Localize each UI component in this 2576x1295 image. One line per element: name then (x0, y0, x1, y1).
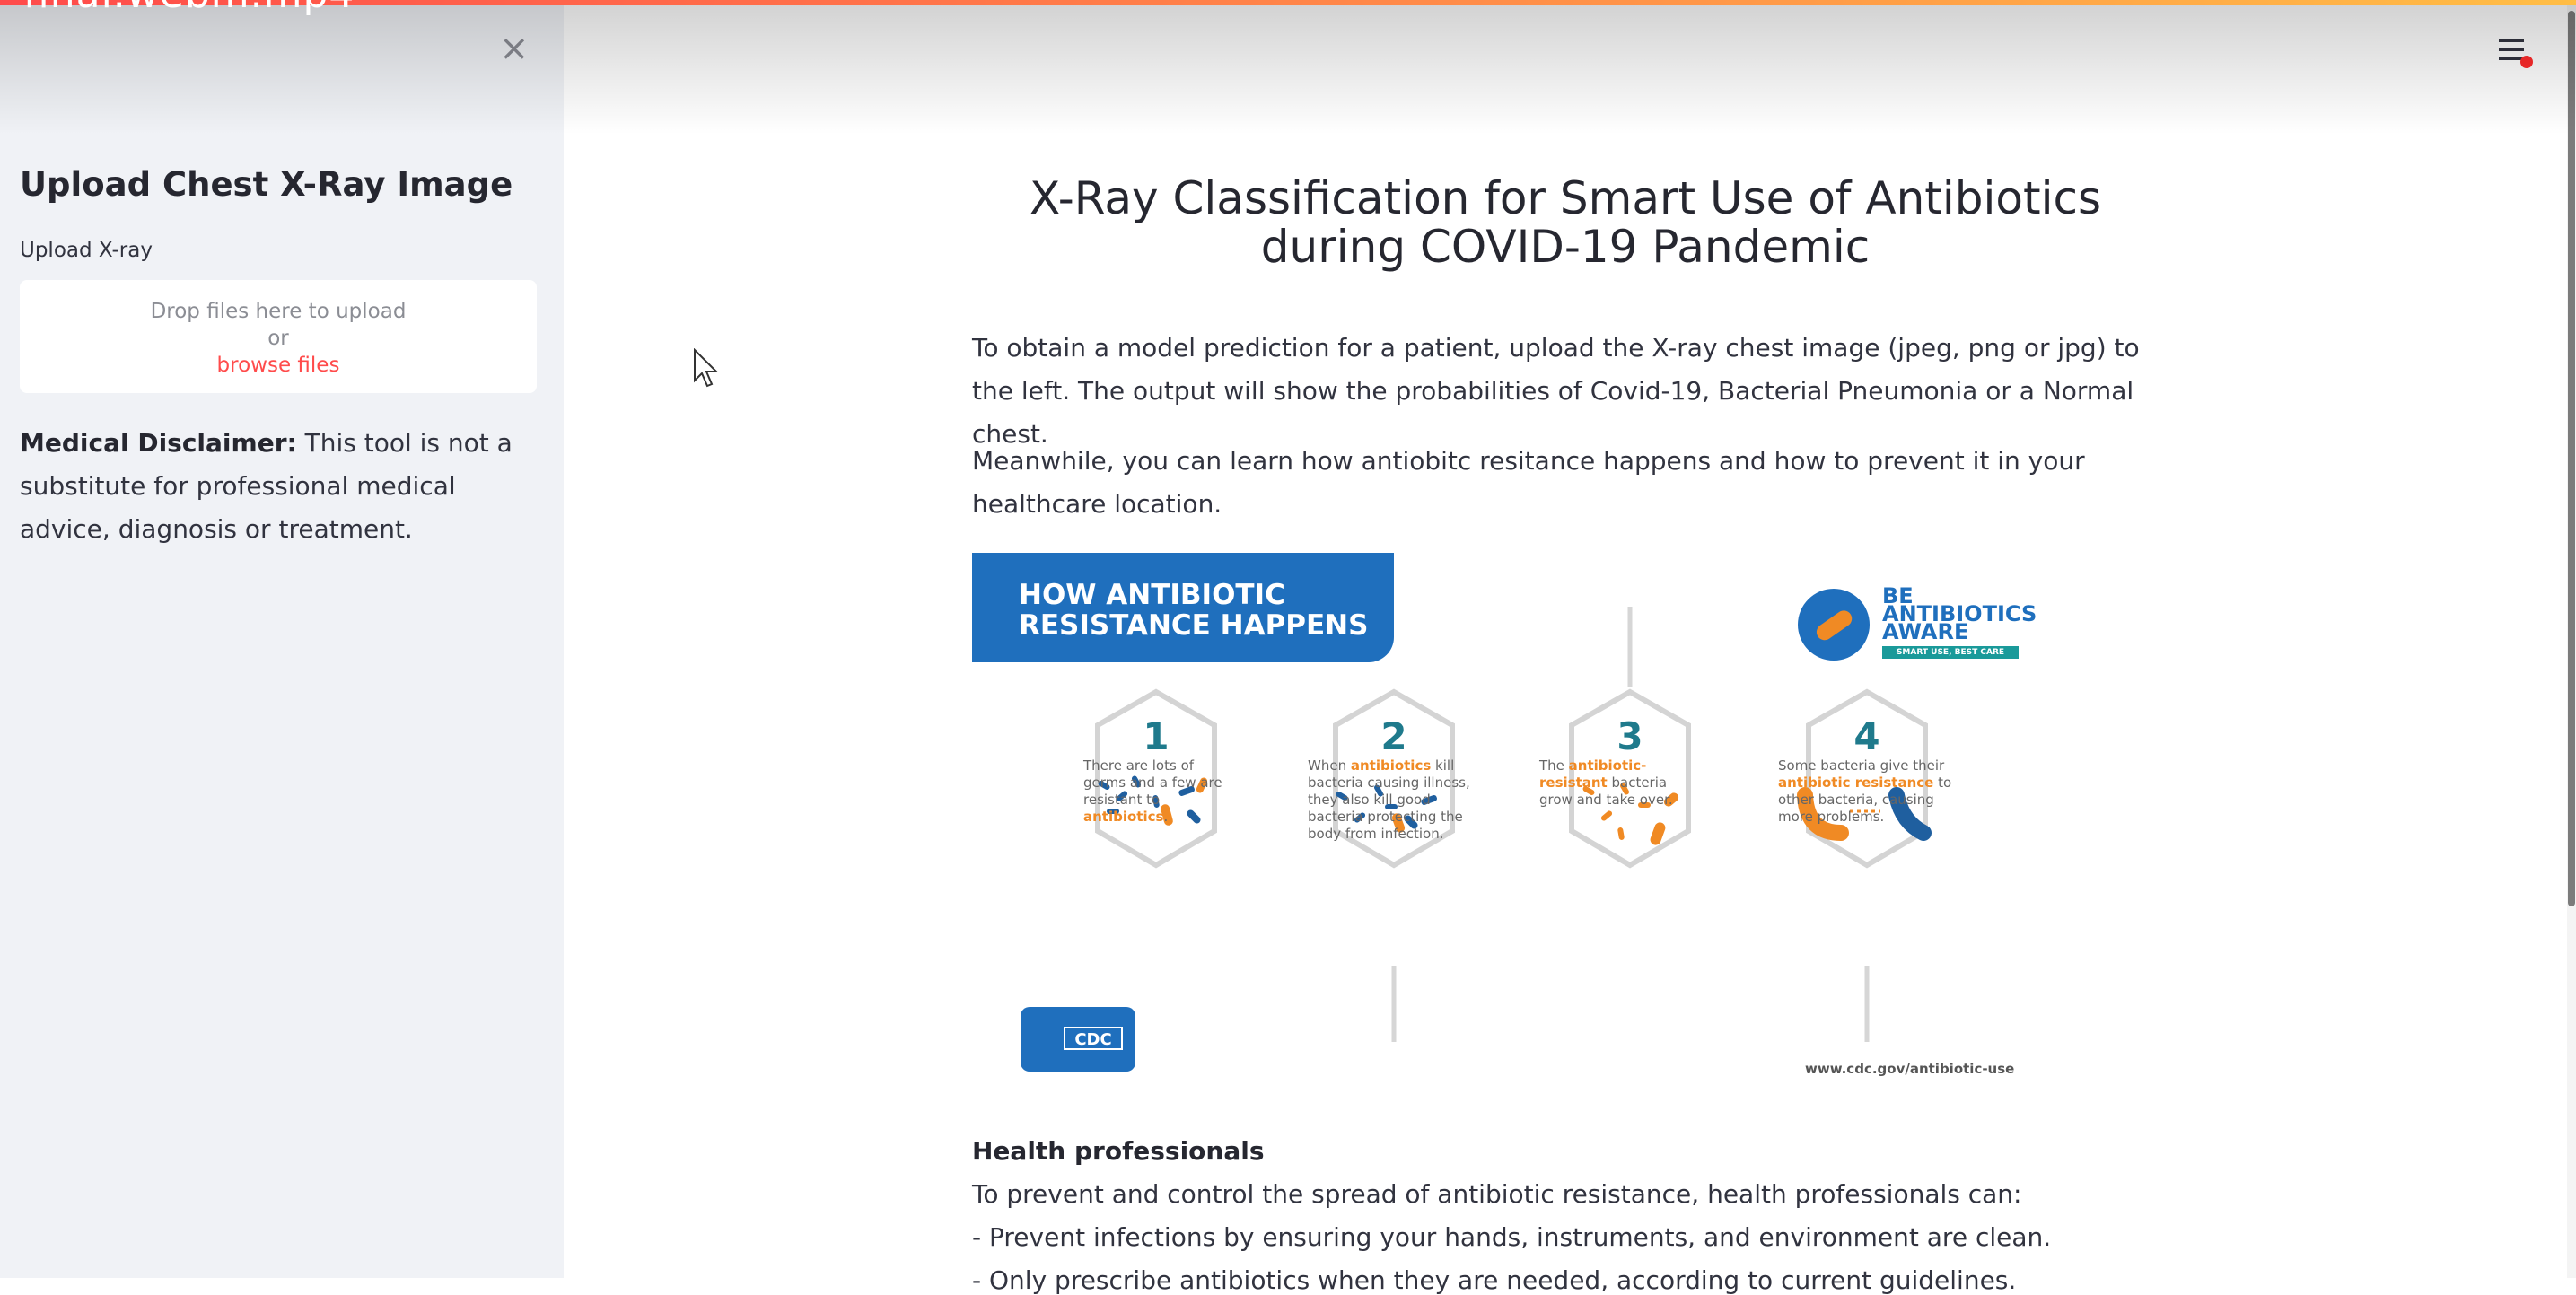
banner-line-1: HOW ANTIBIOTIC (1019, 579, 1285, 611)
health-professionals-heading: Health professionals (972, 1136, 1265, 1166)
health-line: - Only prescribe antibiotics when they a… (972, 1265, 2017, 1295)
infographic-banner: HOW ANTIBIOTIC RESISTANCE HAPPENS (972, 553, 1394, 662)
step-text-pre: There are lots of germs and a few are re… (1083, 757, 1222, 808)
cdc-url: www.cdc.gov/antibiotic-use (1805, 1061, 2015, 1077)
step-text-highlight: antibiotics (1350, 757, 1432, 774)
step-text-post: . (1163, 809, 1169, 825)
step-number: 1 (1143, 714, 1170, 758)
page-title: X-Ray Classification for Smart Use of An… (973, 174, 2158, 271)
step-number: 2 (1380, 714, 1407, 758)
browse-files-link[interactable]: browse files (20, 352, 537, 379)
step-text: There are lots of germs and a few are re… (1083, 757, 1236, 826)
health-line: To prevent and control the spread of ant… (972, 1179, 2022, 1209)
dropzone-or: or (267, 327, 289, 350)
upload-label: Upload X-ray (20, 239, 153, 262)
title-line-1: X-Ray Classification for Smart Use of An… (1029, 172, 2102, 224)
step-text-pre: Some bacteria give their (1778, 757, 1945, 774)
step-text: The antibiotic-resistant bacteria grow a… (1539, 757, 1692, 809)
step-text-highlight: antibiotic resistance (1778, 774, 1934, 791)
video-title: final.webm.mp4 (23, 0, 355, 17)
step-text-pre: When (1308, 757, 1351, 774)
instructions-paragraph: To obtain a model prediction for a patie… (972, 333, 2140, 449)
disclaimer-label: Medical Disclaimer: (20, 428, 297, 458)
be-antibiotics-aware-logo: BE ANTIBIOTICS AWARE (1882, 585, 2037, 643)
badge-tagline: SMART USE, BEST CARE (1882, 646, 2019, 659)
step-text-highlight: antibiotics (1083, 809, 1164, 825)
scrollbar-thumb[interactable] (2568, 11, 2575, 906)
notification-dot (2520, 56, 2533, 68)
dropzone-text: Drop files here to upload (150, 300, 407, 323)
title-line-2: during COVID-19 Pandemic (1260, 221, 1871, 273)
step-text: Some bacteria give their antibiotic resi… (1778, 757, 1958, 826)
step-text: When antibiotics kill bacteria causing i… (1308, 757, 1487, 843)
mouse-pointer-icon (694, 348, 719, 388)
antibiotic-resistance-infographic: HOW ANTIBIOTIC RESISTANCE HAPPENS BE ANT… (972, 553, 2049, 1089)
step-number: 3 (1617, 714, 1643, 758)
sidebar-title: Upload Chest X-Ray Image (20, 165, 513, 204)
step-text-pre: The (1539, 757, 1569, 774)
file-dropzone[interactable]: Drop files here to upload or browse file… (20, 280, 537, 393)
step-number: 4 (1853, 714, 1880, 758)
close-icon[interactable]: × (499, 31, 530, 66)
video-progress-bar[interactable] (0, 0, 2576, 5)
medical-disclaimer: Medical Disclaimer: This tool is not a s… (20, 422, 549, 551)
info-paragraph: Meanwhile, you can learn how antiobitc r… (972, 446, 2085, 519)
banner-line-2: RESISTANCE HAPPENS (1019, 609, 1369, 642)
sidebar: × Upload Chest X-Ray Image Upload X-ray … (0, 0, 564, 1278)
health-line: - Prevent infections by ensuring your ha… (972, 1222, 2052, 1252)
cdc-logo-text: CDC (1064, 1027, 1123, 1050)
